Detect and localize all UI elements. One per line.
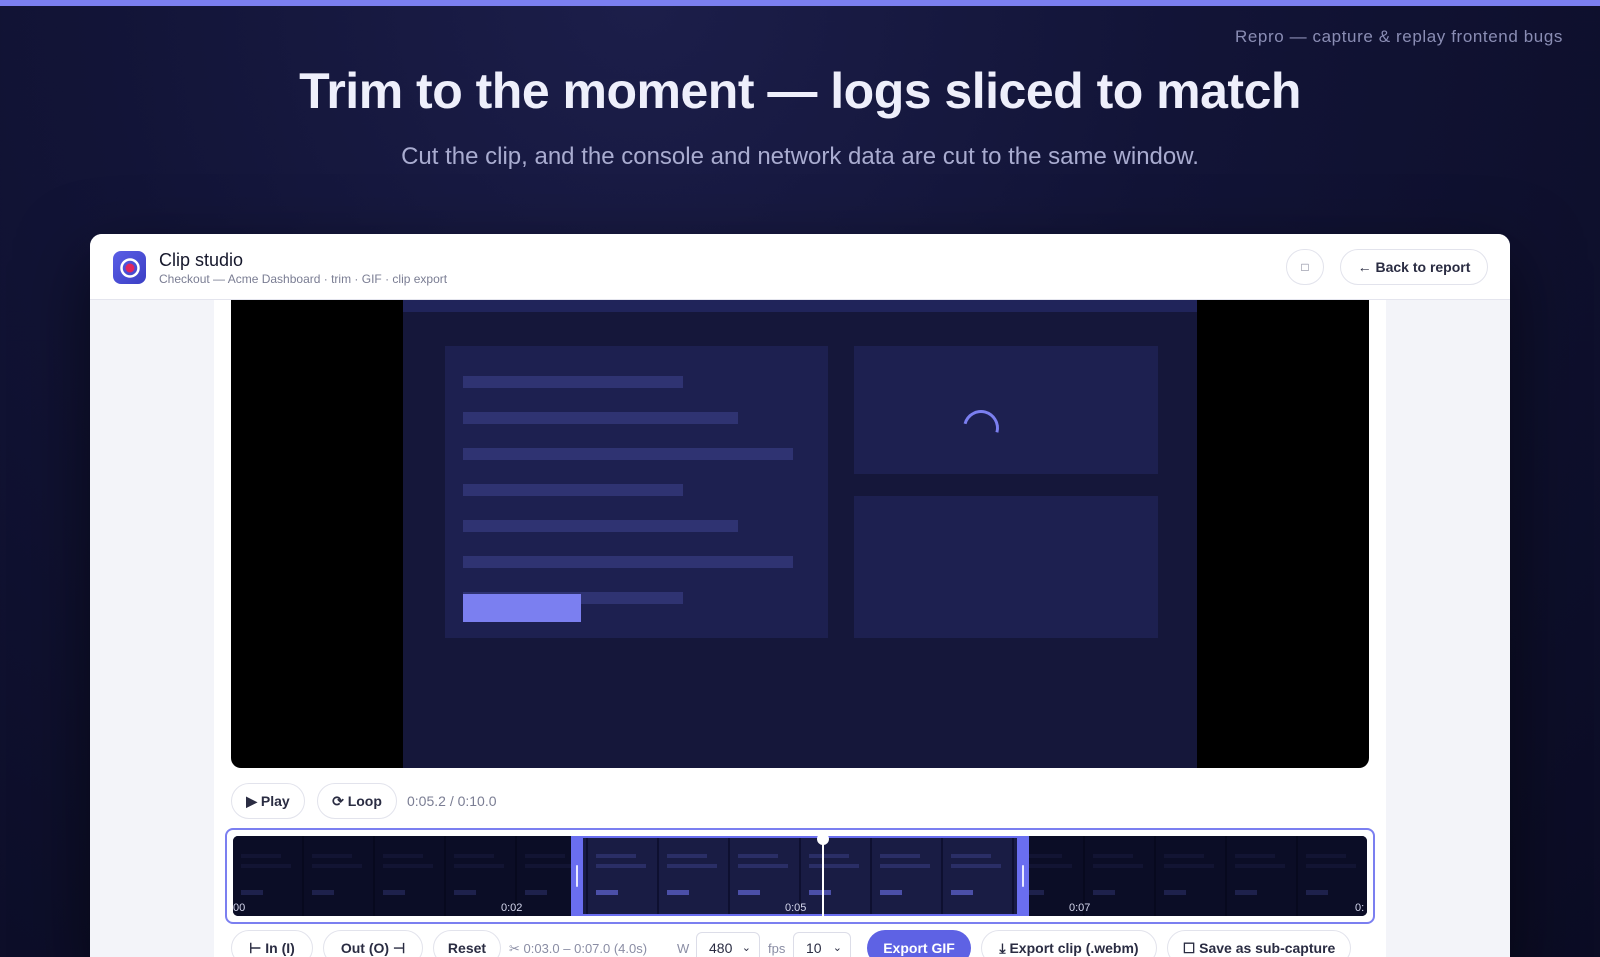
top-accent-bar xyxy=(0,0,1600,6)
fps-select-value: 10 xyxy=(806,940,822,956)
chevron-down-icon: ⌄ xyxy=(832,942,842,954)
grip-icon xyxy=(576,865,578,887)
tick-label: 00 xyxy=(233,902,246,914)
video-player[interactable] xyxy=(231,300,1369,768)
tick-label: 0: xyxy=(1355,902,1365,914)
frame-status-card xyxy=(854,346,1158,474)
chevron-down-icon: ⌄ xyxy=(741,942,751,954)
window-titlebar: Clip studio Checkout — Acme Dashboard · … xyxy=(90,234,1510,300)
width-select[interactable]: 480 ⌄ xyxy=(696,932,760,957)
app-logo-icon xyxy=(113,251,146,284)
in-handle[interactable] xyxy=(571,836,583,916)
playback-controls: ▶ Play ⟳ Loop 0:05.2 / 0:10.0 xyxy=(231,783,1369,819)
frame-line xyxy=(463,376,683,388)
frame-line xyxy=(463,556,793,568)
page-subheadline: Cut the clip, and the console and networ… xyxy=(401,143,1199,170)
set-in-button[interactable]: ⊢ In (I) xyxy=(231,930,313,957)
frame-line xyxy=(463,448,793,460)
tick-label: 0:07 xyxy=(1069,902,1091,914)
save-sub-capture-button[interactable]: ☐ Save as sub-capture xyxy=(1167,930,1351,957)
page-headline: Trim to the moment — logs sliced to matc… xyxy=(299,63,1301,119)
width-select-value: 480 xyxy=(709,940,733,956)
tick-label: 0:02 xyxy=(501,902,523,914)
set-out-button[interactable]: Out (O) ⊣ xyxy=(323,930,423,957)
window-square-button[interactable]: □ xyxy=(1286,249,1324,285)
timeline-track[interactable]: 00 0:02 0:05 0:07 0: xyxy=(233,836,1367,916)
clip-studio-window: Clip studio Checkout — Acme Dashboard · … xyxy=(90,234,1510,957)
out-handle[interactable] xyxy=(1017,836,1029,916)
fps-label: fps xyxy=(768,941,786,956)
export-toolbar: ⊢ In (I) Out (O) ⊣ Reset ✂ 0:03.0 – 0:07… xyxy=(231,930,1369,957)
app-title: Clip studio xyxy=(159,250,244,270)
export-clip-button[interactable]: ⤓ Export clip (.webm) xyxy=(981,930,1157,957)
trim-timeline[interactable]: 00 0:02 0:05 0:07 0: xyxy=(225,828,1375,924)
frame-line xyxy=(463,520,738,532)
reset-button[interactable]: Reset xyxy=(433,930,501,957)
video-frame xyxy=(403,300,1197,768)
play-button[interactable]: ▶ Play xyxy=(231,783,305,819)
playhead[interactable] xyxy=(817,836,829,916)
loop-button[interactable]: ⟳ Loop xyxy=(317,783,397,819)
time-readout: 0:05.2 / 0:10.0 xyxy=(407,793,497,809)
tick-label: 0:05 xyxy=(785,902,807,914)
brand-tagline: Repro — capture & replay frontend bugs xyxy=(1234,27,1563,46)
record-icon xyxy=(119,257,140,278)
grip-icon xyxy=(1022,865,1024,887)
range-readout: ✂ 0:03.0 – 0:07.0 (4.0s) xyxy=(509,941,648,956)
width-label: W xyxy=(677,941,690,956)
frame-cta-button xyxy=(463,594,581,622)
frame-header xyxy=(403,300,1197,312)
frame-line xyxy=(463,412,738,424)
fps-select[interactable]: 10 ⌄ xyxy=(793,932,851,957)
editor-panel: ▶ Play ⟳ Loop 0:05.2 / 0:10.0 00 0:02 0:… xyxy=(214,300,1386,957)
export-gif-button[interactable]: Export GIF xyxy=(867,930,971,957)
frame-summary-card xyxy=(854,496,1158,638)
frame-line xyxy=(463,484,683,496)
back-to-report-button[interactable]: ← Back to report xyxy=(1340,249,1488,285)
app-subtitle: Checkout — Acme Dashboard · trim · GIF ·… xyxy=(159,272,448,286)
